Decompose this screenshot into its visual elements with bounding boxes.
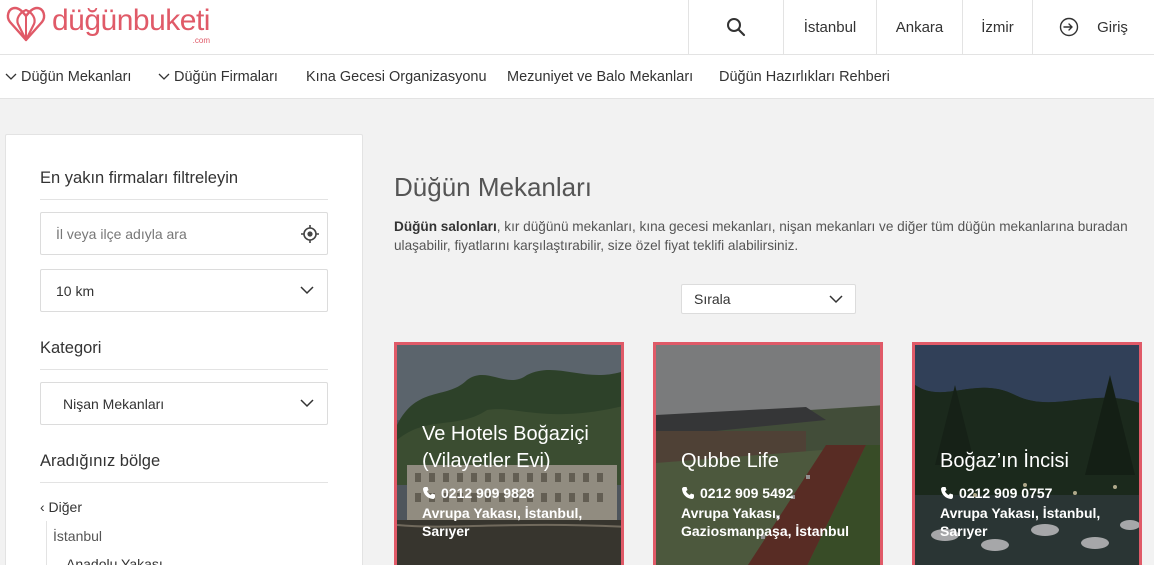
distance-value: 10 km <box>56 282 95 299</box>
venue-phone[interactable]: 0212 909 0757 <box>940 485 1131 501</box>
login-label: Giriş <box>1097 18 1128 36</box>
location-search-input[interactable] <box>41 213 293 254</box>
nav-item-dugun-firmalari[interactable]: Düğün Firmaları <box>158 55 278 99</box>
venue-location: Avrupa Yakası, İstanbul, Sarıyer <box>940 505 1101 539</box>
crosshair-icon <box>300 224 319 243</box>
location-search-field[interactable] <box>40 212 328 255</box>
venue-phone[interactable]: 0212 909 5492 <box>681 485 872 501</box>
venue-name[interactable]: Ve Hotels Boğaziçi (Vilayetler Evi) <box>422 421 613 475</box>
venue-name[interactable]: Boğaz’ın İncisi <box>940 448 1131 475</box>
city-label: İstanbul <box>803 18 857 36</box>
region-back-link[interactable]: ‹ Diğer <box>40 499 82 515</box>
header-actions: İstanbul Ankara İzmir Giriş <box>688 0 1154 54</box>
nav-item-dugun-rehberi[interactable]: Düğün Hazırlıkları Rehberi <box>719 55 890 99</box>
login-button[interactable]: Giriş <box>1032 0 1154 54</box>
chevron-down-icon <box>287 270 327 311</box>
venue-card[interactable]: Boğaz’ın İncisi 0212 909 0757 Avrupa Yak… <box>912 342 1142 565</box>
region-title: Aradığınız bölge <box>40 452 161 470</box>
divider <box>40 199 328 200</box>
sort-select[interactable]: Sırala <box>681 284 856 314</box>
nav-label: Düğün Firmaları <box>174 69 278 85</box>
description-bold: Düğün salonları <box>394 219 497 234</box>
divider <box>40 369 328 370</box>
nav-label: Düğün Hazırlıkları Rehberi <box>719 69 890 85</box>
search-icon <box>727 18 746 37</box>
venue-location: Avrupa Yakası, Gaziosmanpaşa, İstanbul <box>681 505 850 539</box>
city-label: İzmir <box>981 18 1014 36</box>
logo-wordmark: düğünbuketi .com <box>52 4 210 45</box>
chevron-down-icon <box>5 73 17 80</box>
filter-sidebar: En yakın firmaları filtreleyin 10 km Kat… <box>5 134 363 565</box>
venue-info: Qubbe Life 0212 909 5492 Avrupa Yakası, … <box>681 448 872 540</box>
chevron-down-icon <box>158 73 170 80</box>
logo-suffix: .com <box>192 36 210 45</box>
region-city-link[interactable]: İstanbul <box>53 528 102 544</box>
region-sub-link[interactable]: Anadolu Yakası <box>66 556 163 565</box>
city-link-istanbul[interactable]: İstanbul <box>783 0 876 54</box>
nav-item-mezuniyet-balo[interactable]: Mezuniyet ve Balo Mekanları <box>507 55 693 99</box>
nav-label: Düğün Mekanları <box>21 69 132 85</box>
filter-title: En yakın firmaları filtreleyin <box>40 169 239 187</box>
nav-item-dugun-mekanlari[interactable]: Düğün Mekanları <box>5 55 131 99</box>
phone-number: 0212 909 5492 <box>700 485 794 501</box>
tree-line <box>46 521 47 565</box>
distance-select[interactable]: 10 km <box>40 269 328 312</box>
sort-label: Sırala <box>694 291 731 307</box>
venue-name[interactable]: Qubbe Life <box>681 448 872 475</box>
city-label: Ankara <box>895 18 944 36</box>
login-icon <box>1059 17 1079 37</box>
logo-text: düğünbuketi <box>52 4 210 37</box>
heart-flower-icon <box>6 6 46 42</box>
venue-phone[interactable]: 0212 909 9828 <box>422 485 613 501</box>
main-nav: Düğün Mekanları Düğün Firmaları Kına Gec… <box>0 55 1154 99</box>
nav-item-kina-gecesi[interactable]: Kına Gecesi Organizasyonu <box>306 55 487 99</box>
category-title: Kategori <box>40 339 102 357</box>
venue-info: Boğaz’ın İncisi 0212 909 0757 Avrupa Yak… <box>940 448 1131 540</box>
chevron-down-icon <box>829 294 843 303</box>
city-link-izmir[interactable]: İzmir <box>962 0 1032 54</box>
phone-icon <box>941 487 953 499</box>
city-link-ankara[interactable]: Ankara <box>876 0 962 54</box>
page-description: Düğün salonları, kır düğünü mekanları, k… <box>394 217 1134 255</box>
search-button[interactable] <box>688 0 783 54</box>
chevron-down-icon <box>287 383 327 424</box>
divider <box>40 482 328 483</box>
venue-location: Avrupa Yakası, İstanbul, Sarıyer <box>422 505 583 539</box>
page-title: Düğün Mekanları <box>394 172 592 202</box>
category-value: Nişan Mekanları <box>63 395 165 412</box>
phone-icon <box>423 487 435 499</box>
venue-card[interactable]: Qubbe Life 0212 909 5492 Avrupa Yakası, … <box>653 342 883 565</box>
venue-card[interactable]: Ve Hotels Boğaziçi (Vilayetler Evi) 0212… <box>394 342 624 565</box>
nav-label: Mezuniyet ve Balo Mekanları <box>507 69 694 85</box>
category-select[interactable]: Nişan Mekanları <box>40 382 328 425</box>
site-logo[interactable]: düğünbuketi .com <box>4 2 210 45</box>
locate-me-button[interactable] <box>292 213 327 254</box>
phone-icon <box>682 487 694 499</box>
venue-info: Ve Hotels Boğaziçi (Vilayetler Evi) 0212… <box>422 421 613 540</box>
site-header: düğünbuketi .com İstanbul Ankara İzmir G… <box>0 0 1154 55</box>
phone-number: 0212 909 9828 <box>441 485 535 501</box>
phone-number: 0212 909 0757 <box>959 485 1053 501</box>
nav-label: Kına Gecesi Organizasyonu <box>306 69 487 85</box>
description-text: , kır düğünü mekanları, kına gecesi meka… <box>394 219 1128 253</box>
